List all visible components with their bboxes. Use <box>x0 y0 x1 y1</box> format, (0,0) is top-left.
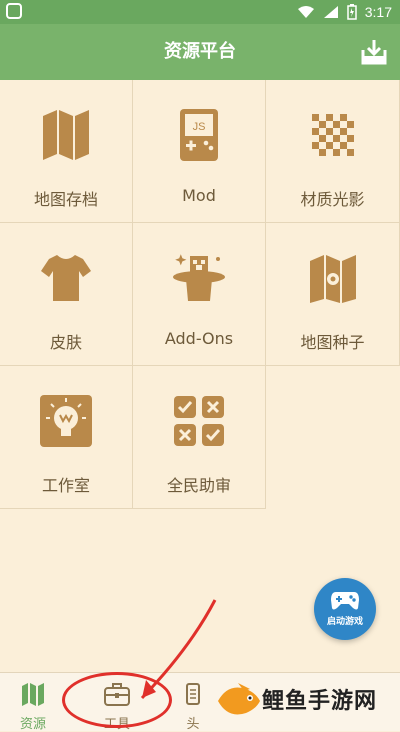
page-title: 资源平台 <box>164 41 236 62</box>
annotation-arrow <box>140 599 217 700</box>
grid-item-label: Add-Ons <box>164 329 234 348</box>
app-notification-icon <box>6 3 22 19</box>
grid-item-map-archive[interactable]: 地图存档 <box>0 80 133 223</box>
grid-item-label: Mod <box>182 186 216 205</box>
watermark: 鲤鱼手游网 <box>214 677 400 727</box>
grid-item-label: 地图种子 <box>300 333 365 352</box>
battery-icon <box>347 4 357 20</box>
tab-label: 资源 <box>19 717 46 732</box>
fish-logo-icon <box>218 683 260 715</box>
grid-item-label: 工作室 <box>41 476 90 495</box>
download-icon[interactable] <box>360 38 388 66</box>
gamepad-icon <box>331 592 359 610</box>
status-time: 3:17 <box>364 4 392 20</box>
map-icon <box>22 683 44 706</box>
map-icon <box>43 110 89 160</box>
js-gameboy-icon: JS <box>180 109 218 161</box>
launch-game-button[interactable]: 启动游戏 <box>314 578 376 640</box>
launch-game-label: 启动游戏 <box>326 617 363 627</box>
grid-item-label: 地图存档 <box>33 190 98 209</box>
grid-item-skin[interactable]: 皮肤 <box>0 223 133 366</box>
grid-item-mod[interactable]: JS Mod <box>133 80 266 223</box>
tab-label: 头 <box>186 717 200 732</box>
map-pin-icon <box>309 255 356 303</box>
grid-item-map-seed[interactable]: 地图种子 <box>266 223 400 366</box>
grid-item-studio[interactable]: 工作室 <box>0 366 133 509</box>
tshirt-icon <box>41 255 91 301</box>
magic-hat-icon <box>173 254 225 301</box>
grid-item-label: 材质光影 <box>300 190 365 209</box>
checker-texture-icon <box>311 114 354 156</box>
grid-item-addons[interactable]: Add-Ons <box>133 223 266 366</box>
svg-text:JS: JS <box>193 121 206 133</box>
grid-item-review[interactable]: 全民助审 <box>133 366 266 509</box>
wifi-icon <box>297 6 314 18</box>
tab-resources[interactable]: 资源 <box>10 673 56 732</box>
lightbulb-icon <box>40 395 92 447</box>
grid-item-label: 皮肤 <box>49 333 82 352</box>
resource-grid: 地图存档 JS Mod 材质光影 皮肤 Add-Ons 地图种子 工作室 全民助… <box>0 80 400 510</box>
signal-icon <box>323 6 338 18</box>
status-bar: 3:17 <box>0 0 400 24</box>
watermark-text: 鲤鱼手游网 <box>262 689 378 714</box>
app-bar: 资源平台 <box>0 24 400 80</box>
review-checks-icon <box>174 396 224 446</box>
grid-item-label: 全民助审 <box>166 476 231 495</box>
grid-item-texture-shader[interactable]: 材质光影 <box>266 80 400 223</box>
